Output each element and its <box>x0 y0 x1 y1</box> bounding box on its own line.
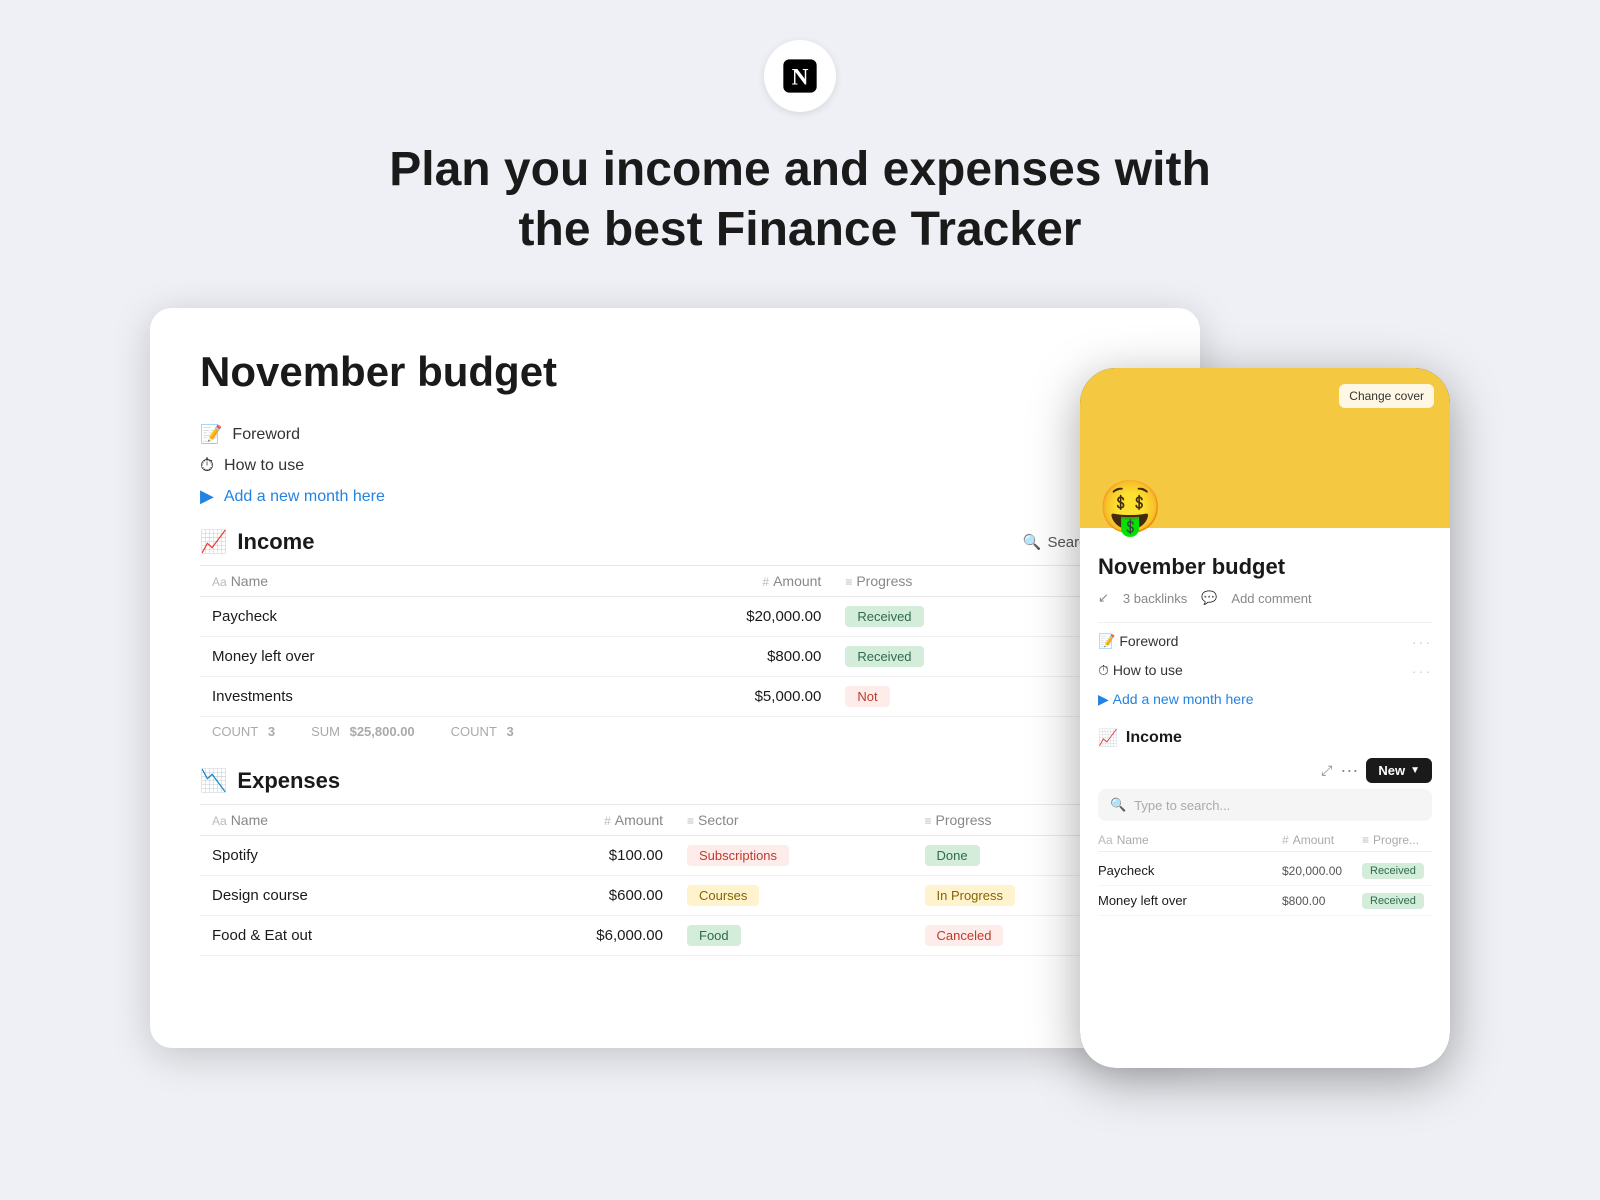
count-label1: COUNT <box>212 724 258 739</box>
hero-title: Plan you income and expenses with the be… <box>389 140 1211 260</box>
expenses-title: 📉 Expenses <box>200 768 340 794</box>
mobile-new-button[interactable]: New ▼ <box>1366 758 1432 783</box>
mobile-more-icon[interactable]: ··· <box>1340 760 1358 781</box>
income-row-paycheck[interactable]: Paycheck $20,000.00 Received <box>200 597 1150 637</box>
mob-paycheck-badge: Received <box>1362 862 1432 879</box>
search-mob-icon: 🔍 <box>1110 797 1126 813</box>
nav-add-month[interactable]: ▶ Add a new month here <box>200 486 1150 507</box>
foreword-mob-icon: 📝 <box>1098 633 1115 649</box>
income-table-footer: COUNT 3 SUM $25,800.00 COUNT 3 <box>200 717 1150 746</box>
mob-money-name: Money left over <box>1098 893 1282 908</box>
sum-label: SUM <box>311 724 340 739</box>
mobile-row-moneyleftover[interactable]: Money left over $800.00 Received <box>1098 886 1432 916</box>
money-emoji: 🤑 <box>1098 482 1163 534</box>
expenses-icon: 📉 <box>200 768 227 794</box>
mobile-content: November budget ↙ 3 backlinks 💬 Add comm… <box>1080 528 1450 1068</box>
change-cover-btn[interactable]: Change cover <box>1339 384 1434 408</box>
mobile-expand-icon[interactable]: ⤢ <box>1321 762 1332 779</box>
expenses-table: AaName #Amount ≡Sector ≡Progress <box>200 804 1150 956</box>
income-section-header: 📈 Income 🔍 Search ⤢ ··· <box>200 529 1150 555</box>
mobile-row-paycheck[interactable]: Paycheck $20,000.00 Received <box>1098 856 1432 886</box>
income-table: AaName #Amount ≡Progress Paycheck $20,00… <box>200 565 1150 717</box>
mob-money-amount: $800.00 <box>1282 894 1362 908</box>
mobile-card: Change cover 🤑 November budget ↙ 3 backl… <box>1080 368 1450 1068</box>
howtouse-dots: ··· <box>1412 663 1432 679</box>
expenses-row-food[interactable]: Food & Eat out $6,000.00 Food Canceled <box>200 916 1150 956</box>
paycheck-name: Paycheck <box>200 597 556 637</box>
dropdown-arrow-icon: ▼ <box>1410 765 1420 776</box>
desktop-page-title: November budget <box>200 348 1150 396</box>
exp-col-sector: ≡Sector <box>675 805 913 836</box>
expenses-row-designcourse[interactable]: Design course $600.00 Courses In Progres… <box>200 876 1150 916</box>
nav-foreword[interactable]: 📝 Foreword <box>200 424 1150 445</box>
mobile-table-header: AaName #Amount ≡Progre... <box>1098 829 1432 852</box>
foreword-icon: 📝 <box>200 424 222 445</box>
mobile-meta: ↙ 3 backlinks 💬 Add comment <box>1098 590 1432 606</box>
howtouse-icon: ⏱ <box>200 455 214 476</box>
food-amount: $6,000.00 <box>467 916 675 956</box>
paycheck-amount: $20,000.00 <box>556 597 833 637</box>
foreword-dots: ··· <box>1412 634 1432 650</box>
mob-paycheck-name: Paycheck <box>1098 863 1282 878</box>
income-mob-icon: 📈 <box>1098 728 1118 748</box>
main-scene: November budget 📝 Foreword ⏱ How to use … <box>150 308 1450 1088</box>
mob-paycheck-amount: $20,000.00 <box>1282 864 1362 878</box>
mobile-page-title: November budget <box>1098 554 1432 580</box>
mobile-nav-foreword[interactable]: 📝 Foreword ··· <box>1098 627 1432 656</box>
backlinks-icon: ↙ <box>1098 590 1109 606</box>
expenses-section-header: 📉 Expenses <box>200 768 1150 794</box>
food-name: Food & Eat out <box>200 916 467 956</box>
addmonth-mob-icon: ▶ <box>1098 691 1109 707</box>
income-row-investments[interactable]: Investments $5,000.00 Not <box>200 677 1150 717</box>
mobile-nav-addmonth[interactable]: ▶ Add a new month here <box>1098 685 1432 714</box>
mobile-search-bar[interactable]: 🔍 Type to search... <box>1098 789 1432 821</box>
spotify-name: Spotify <box>200 836 467 876</box>
expenses-row-spotify[interactable]: Spotify $100.00 Subscriptions Done <box>200 836 1150 876</box>
spotify-sector: Subscriptions <box>675 836 913 876</box>
backlinks-count: 3 backlinks <box>1123 591 1187 606</box>
notion-logo: N <box>764 40 836 112</box>
investments-name: Investments <box>200 677 556 717</box>
nav-how-to-use[interactable]: ⏱ How to use <box>200 455 1150 476</box>
moneyleftover-name: Money left over <box>200 637 556 677</box>
investments-amount: $5,000.00 <box>556 677 833 717</box>
income-icon: 📈 <box>200 529 227 555</box>
food-sector: Food <box>675 916 913 956</box>
add-comment-label[interactable]: Add comment <box>1231 591 1311 606</box>
designcourse-sector: Courses <box>675 876 913 916</box>
mobile-income-section: 📈 Income <box>1098 728 1432 748</box>
mob-money-badge: Received <box>1362 892 1432 909</box>
comment-icon: 💬 <box>1201 590 1217 606</box>
income-row-moneyleftover[interactable]: Money left over $800.00 Received <box>200 637 1150 677</box>
mobile-nav-howtouse[interactable]: ⏱ How to use ··· <box>1098 656 1432 685</box>
exp-col-amount: #Amount <box>467 805 675 836</box>
mobile-header: Change cover 🤑 <box>1080 368 1450 528</box>
spotify-amount: $100.00 <box>467 836 675 876</box>
income-title: 📈 Income <box>200 529 314 555</box>
desktop-card: November budget 📝 Foreword ⏱ How to use … <box>150 308 1200 1048</box>
triangle-icon: ▶ <box>200 486 214 507</box>
howtouse-mob-icon: ⏱ <box>1098 662 1109 678</box>
search-icon: 🔍 <box>1023 533 1042 551</box>
mobile-db-header: ⤢ ··· New ▼ <box>1098 758 1432 783</box>
svg-text:N: N <box>792 65 809 91</box>
designcourse-amount: $600.00 <box>467 876 675 916</box>
designcourse-name: Design course <box>200 876 467 916</box>
col-header-name: AaName <box>200 566 556 597</box>
exp-col-name: AaName <box>200 805 467 836</box>
moneyleftover-amount: $800.00 <box>556 637 833 677</box>
col-header-amount: #Amount <box>556 566 833 597</box>
count-label2: COUNT <box>451 724 497 739</box>
